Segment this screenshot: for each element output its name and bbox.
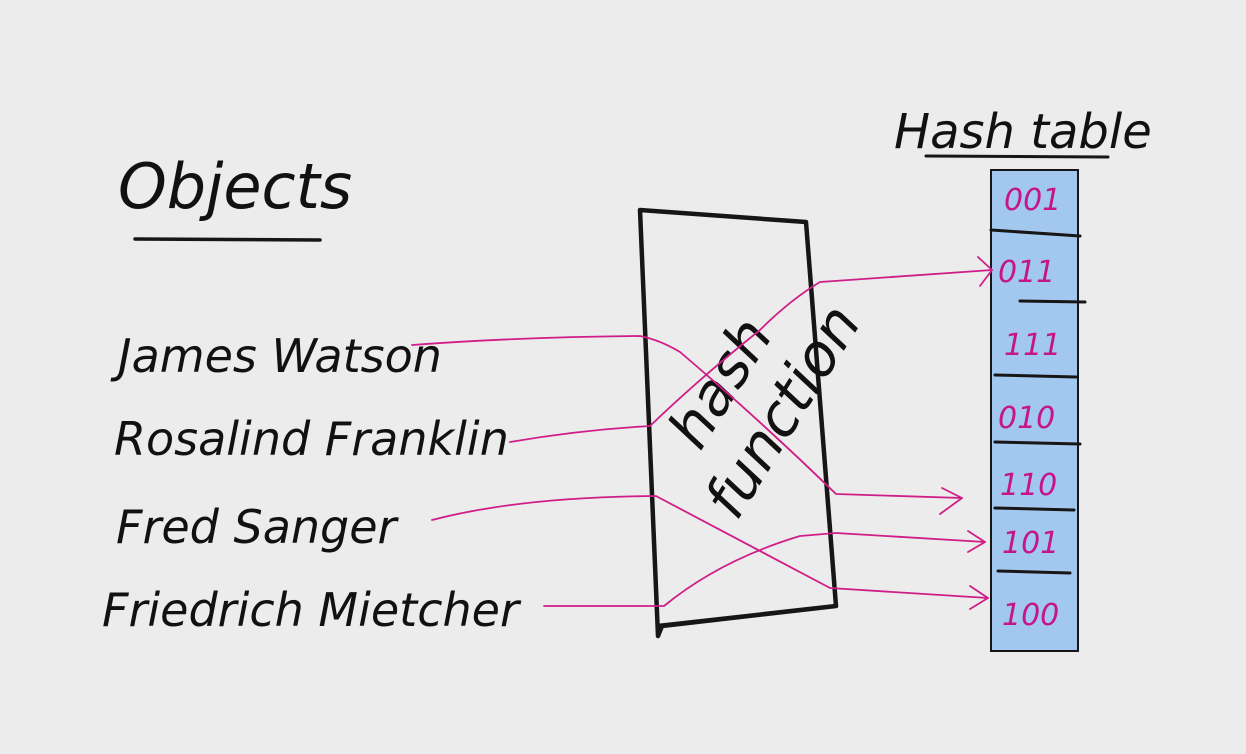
hash-diagram: Objects James Watson Rosalind Franklin F… — [102, 104, 1152, 652]
slot-label: 111 — [1004, 328, 1061, 363]
object-label: Rosalind Franklin — [114, 412, 509, 466]
slot-divider — [993, 440, 1082, 446]
slot-label: 100 — [1002, 598, 1059, 633]
object-label: James Watson — [110, 329, 442, 383]
hash-table-title-underline — [924, 154, 1110, 159]
object-label: Fred Sanger — [116, 500, 400, 554]
slot-divider — [996, 569, 1072, 575]
slot-label: 001 — [1004, 183, 1061, 218]
slot-label: 101 — [1002, 526, 1059, 561]
slot-label: 110 — [1000, 468, 1057, 503]
objects-heading-underline — [133, 237, 322, 242]
slot-label: 010 — [998, 401, 1055, 436]
slot-divider — [993, 373, 1078, 379]
arrow-head — [939, 487, 963, 515]
object-label: Friedrich Mietcher — [102, 583, 522, 637]
hash-table-title: Hash table — [894, 104, 1152, 160]
slot-label: 011 — [998, 255, 1055, 290]
slot-divider — [1018, 299, 1087, 304]
arrow-friedrich-mietcher — [543, 532, 986, 607]
hash-function-label: hash function — [654, 293, 874, 530]
slot-divider — [993, 506, 1076, 512]
objects-heading: Objects — [118, 150, 352, 223]
